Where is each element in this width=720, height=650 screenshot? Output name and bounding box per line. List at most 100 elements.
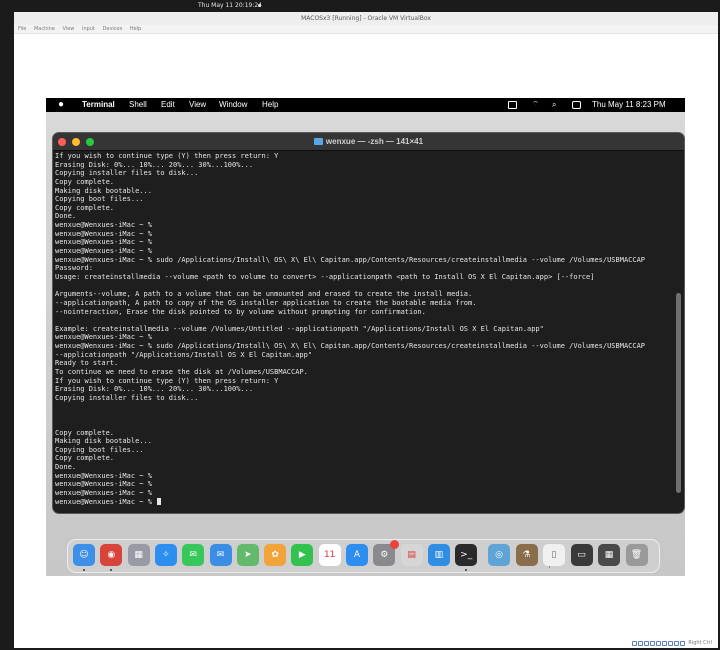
terminal-line: Arguments--volume, A path to a volume th…	[55, 290, 473, 299]
terminal-line: Done.	[55, 463, 77, 472]
terminal-line: Copy complete.	[55, 203, 115, 212]
mouse-integration-icon[interactable]	[680, 640, 686, 646]
terminal-window[interactable]: wenxue — -zsh — 141×41 If you wish to co…	[53, 133, 684, 513]
menu-window[interactable]: Window	[219, 98, 247, 112]
terminal-line: Erasing Disk: 0%... 10%... 20%... 30%...…	[55, 160, 254, 169]
terminal-line: wenxue@Wenxues-iMac ~ %	[55, 488, 152, 497]
terminal-line: Erasing Disk: 0%... 10%... 20%... 30%...…	[55, 385, 254, 394]
display-mirror-icon[interactable]	[508, 101, 517, 109]
running-indicator	[465, 569, 468, 571]
host-status-dot	[258, 4, 261, 7]
terminal-line: wenxue@Wenxues-iMac ~ %	[55, 333, 152, 342]
safari-icon[interactable]: ✧	[154, 544, 177, 566]
terminal-line: Ready to start.	[55, 359, 119, 368]
host-key-label: Right Ctrl	[688, 640, 712, 646]
menu-bar-clock[interactable]: Thu May 11 8:23 PM	[592, 98, 666, 112]
terminal-line: Copying installer files to disk...	[55, 393, 199, 402]
audio-icon[interactable]	[644, 640, 650, 646]
running-indicator	[110, 569, 113, 571]
menu-shell[interactable]: Shell	[129, 98, 147, 112]
terminal-line: wenxue@Wenxues-iMac ~ %	[55, 247, 152, 256]
network-icon[interactable]	[650, 640, 656, 646]
facetime-icon[interactable]: ▶	[291, 544, 314, 566]
launchpad-icon[interactable]: ▦	[127, 544, 150, 566]
virtualbox-menubar: File Machine View Input Devices Help	[14, 25, 718, 34]
terminal-line: wenxue@Wenxues-iMac ~ % sudo /Applicatio…	[55, 342, 646, 351]
photos-icon[interactable]: ✿	[264, 544, 287, 566]
terminal-icon[interactable]: >_	[455, 544, 478, 566]
keynote-icon[interactable]: ▥	[427, 544, 450, 566]
shared-folder-icon[interactable]	[662, 640, 668, 646]
host-top-bar: Thu May 11 20:19:24	[0, 0, 720, 11]
terminal-line: Usage: createinstallmedia --volume <path…	[55, 272, 595, 281]
messages-icon[interactable]: ✉	[182, 544, 205, 566]
disk-utility-icon[interactable]: ◎	[488, 544, 510, 566]
mail-icon[interactable]: ✉	[209, 544, 232, 566]
vbox-menu-machine[interactable]: Machine	[34, 26, 55, 32]
terminal-titlebar[interactable]: wenxue — -zsh — 141×41	[53, 133, 684, 151]
document-icon[interactable]: ▯	[543, 544, 565, 566]
terminal-line: If you wish to continue type (Y) then pr…	[55, 376, 279, 385]
vbox-menu-devices[interactable]: Devices	[103, 26, 123, 32]
terminal-line: Password:	[55, 264, 93, 273]
vbox-menu-view[interactable]: View	[63, 26, 75, 32]
apple-menu-icon[interactable]: ●	[58, 98, 64, 112]
optical-drive-icon[interactable]	[638, 640, 644, 646]
calendar-icon[interactable]: 11	[318, 544, 341, 566]
recording-icon[interactable]	[674, 640, 680, 646]
terminal-line: Copying boot files...	[55, 195, 144, 204]
terminal-line: wenxue@Wenxues-iMac ~ % sudo /Applicatio…	[55, 255, 646, 264]
virtualbox-title: MACOSx3 [Running] - Oracle VM VirtualBox	[14, 12, 718, 25]
vbox-menu-file[interactable]: File	[18, 26, 26, 32]
terminal-line: To continue we need to erase the disk at…	[55, 368, 308, 377]
trash-icon[interactable]: 🗑	[625, 544, 648, 566]
usb-icon[interactable]	[656, 640, 662, 646]
menu-help[interactable]: Help	[262, 98, 278, 112]
screenshot-icon[interactable]: ▭	[570, 544, 593, 566]
folder-icon	[313, 138, 323, 145]
terminal-line: wenxue@Wenxues-iMac ~ %	[55, 238, 152, 247]
menu-edit[interactable]: Edit	[161, 98, 175, 112]
terminal-line: Copy complete.	[55, 454, 115, 463]
terminal-line: Making disk bootable...	[55, 186, 152, 195]
finder-icon[interactable]: ☺	[73, 544, 95, 566]
wifi-icon[interactable]: ⌔	[531, 101, 540, 109]
running-indicator	[83, 569, 85, 571]
terminal-line: --applicationpath, A path to copy of the…	[55, 298, 477, 307]
search-icon[interactable]: ⌕	[552, 101, 561, 109]
mac-menu-bar: ● Terminal Shell Edit View Window Help ⌔…	[46, 98, 685, 112]
menu-app-terminal[interactable]: Terminal	[82, 98, 115, 112]
chrome-icon[interactable]: ◉	[100, 544, 123, 566]
vbox-menu-input[interactable]: Input	[82, 26, 95, 32]
terminal-title-text: wenxue — -zsh — 141×41	[325, 137, 424, 146]
terminal-line: Making disk bootable...	[55, 437, 152, 446]
system-preferences-icon[interactable]: ⚙	[373, 540, 400, 566]
terminal-title: wenxue — -zsh — 141×41	[53, 133, 684, 151]
menu-view[interactable]: View	[189, 98, 206, 112]
terminal-cursor	[157, 497, 162, 505]
installer-icon[interactable]: ⚗	[515, 544, 538, 566]
keyboard-icon[interactable]: ▦	[598, 544, 620, 566]
terminal-line: Copy complete.	[55, 177, 115, 186]
control-center-icon[interactable]	[572, 101, 581, 109]
terminal-line: wenxue@Wenxues-iMac ~ %	[55, 480, 152, 489]
terminal-line: wenxue@Wenxues-iMac ~ %	[55, 221, 152, 230]
dock: ☺ ◉ ▦ ✧ ✉ ✉ ➤ ✿ ▶ 11 A ⚙ ▤ ▥ >_ ◎ ⚗ ▯ ▭ ▦ 🗑	[67, 539, 660, 573]
terminal-line: Example: createinstallmedia --volume /Vo…	[55, 324, 544, 333]
terminal-line: Copying boot files...	[55, 445, 144, 454]
terminal-output[interactable]: If you wish to continue type (Y) then pr…	[55, 152, 672, 511]
preview-icon[interactable]: ▤	[400, 544, 423, 566]
display-icon[interactable]	[668, 640, 674, 646]
hard-disk-icon[interactable]	[632, 640, 638, 646]
app-store-icon[interactable]: A	[346, 544, 368, 566]
terminal-scrollbar[interactable]	[676, 293, 681, 493]
terminal-line: wenxue@Wenxues-iMac ~ %	[55, 471, 152, 480]
guest-screen: ● Terminal Shell Edit View Window Help ⌔…	[46, 98, 685, 576]
vbox-status-bar: Right Ctrl	[632, 640, 712, 646]
vbox-menu-help[interactable]: Help	[130, 26, 141, 32]
maps-icon[interactable]: ➤	[236, 544, 259, 566]
